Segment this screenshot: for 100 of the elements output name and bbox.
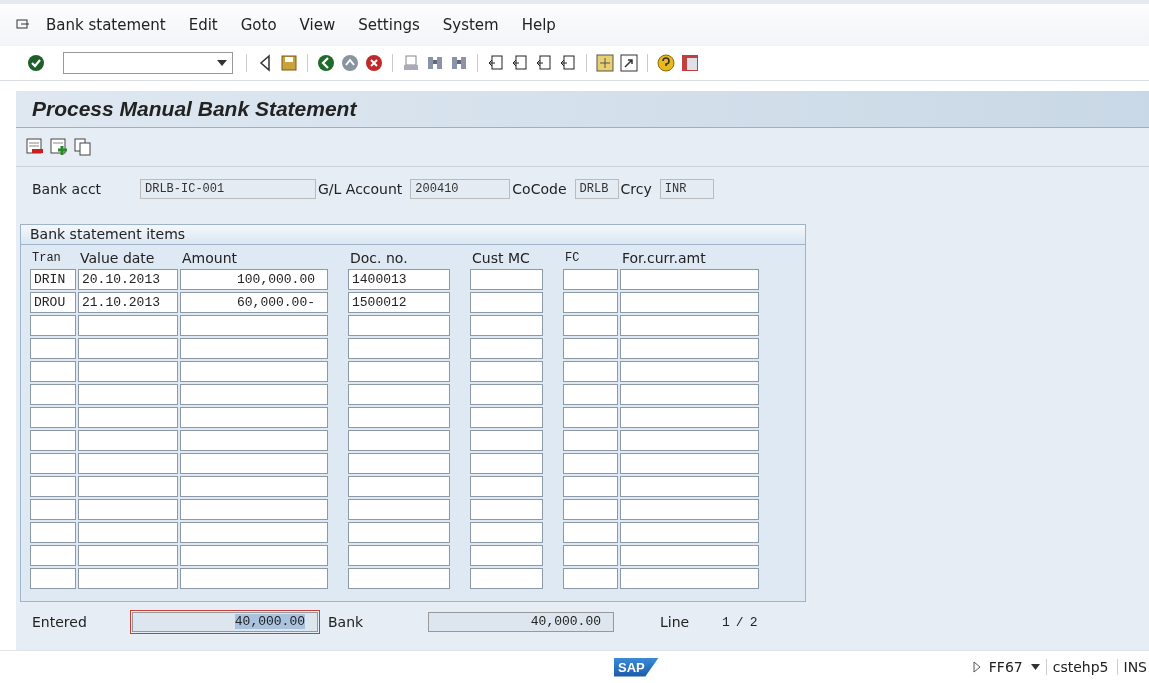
table-cell[interactable] — [470, 407, 543, 428]
table-cell[interactable] — [620, 476, 759, 497]
menu-item[interactable]: View — [299, 16, 336, 34]
back-icon[interactable] — [317, 54, 335, 72]
menu-item[interactable]: Help — [521, 16, 556, 34]
table-cell[interactable] — [620, 568, 759, 589]
table-cell[interactable] — [180, 545, 328, 566]
table-cell[interactable] — [470, 453, 543, 474]
table-cell[interactable] — [563, 499, 618, 520]
table-cell[interactable] — [180, 568, 328, 589]
table-cell[interactable] — [180, 499, 328, 520]
table-cell[interactable]: 1400013 — [348, 269, 450, 290]
table-cell[interactable] — [348, 499, 450, 520]
table-cell[interactable] — [30, 315, 76, 336]
table-cell[interactable] — [30, 522, 76, 543]
table-cell[interactable] — [30, 338, 76, 359]
table-cell[interactable] — [563, 338, 618, 359]
table-cell[interactable] — [78, 476, 178, 497]
table-cell[interactable]: 1500012 — [348, 292, 450, 313]
table-cell[interactable] — [563, 430, 618, 451]
table-cell[interactable] — [563, 315, 618, 336]
transaction-code[interactable]: FF67 — [986, 659, 1025, 675]
table-cell[interactable] — [78, 407, 178, 428]
table-cell[interactable] — [348, 361, 450, 382]
table-cell[interactable] — [470, 338, 543, 359]
table-cell[interactable] — [620, 338, 759, 359]
table-cell[interactable] — [620, 499, 759, 520]
table-cell[interactable]: 100,000.00 — [180, 269, 328, 290]
table-cell[interactable] — [563, 361, 618, 382]
table-cell[interactable] — [348, 407, 450, 428]
menu-item[interactable]: System — [442, 16, 499, 34]
window-icon[interactable] — [596, 54, 614, 72]
table-cell[interactable]: 21.10.2013 — [78, 292, 178, 313]
table-cell[interactable] — [620, 384, 759, 405]
table-cell[interactable] — [30, 499, 76, 520]
table-cell[interactable] — [620, 545, 759, 566]
table-cell[interactable] — [470, 292, 543, 313]
menu-item[interactable]: Settings — [358, 16, 420, 34]
table-cell[interactable] — [30, 453, 76, 474]
table-cell[interactable] — [620, 430, 759, 451]
insert-row-icon[interactable] — [50, 138, 68, 156]
table-cell[interactable] — [620, 292, 759, 313]
dropdown-icon[interactable] — [1030, 664, 1040, 670]
table-cell[interactable] — [180, 384, 328, 405]
table-cell[interactable] — [78, 361, 178, 382]
table-cell[interactable] — [470, 269, 543, 290]
table-cell[interactable] — [470, 476, 543, 497]
table-cell[interactable] — [563, 476, 618, 497]
input-field[interactable]: DRLB-IC-001 — [140, 179, 316, 199]
table-cell[interactable] — [180, 430, 328, 451]
triangle-icon[interactable] — [972, 661, 981, 673]
help-icon[interactable] — [657, 54, 675, 72]
cancel-icon[interactable] — [365, 54, 383, 72]
table-cell[interactable] — [563, 522, 618, 543]
table-cell[interactable] — [78, 338, 178, 359]
table-cell[interactable] — [180, 522, 328, 543]
print-icon[interactable] — [402, 54, 420, 72]
table-cell[interactable] — [30, 568, 76, 589]
menu-item[interactable]: Goto — [240, 16, 277, 34]
table-cell[interactable] — [620, 269, 759, 290]
table-cell[interactable] — [180, 338, 328, 359]
table-cell[interactable] — [470, 522, 543, 543]
table-cell[interactable] — [78, 384, 178, 405]
table-cell[interactable] — [470, 361, 543, 382]
table-cell[interactable] — [78, 453, 178, 474]
table-cell[interactable] — [180, 453, 328, 474]
table-cell[interactable] — [348, 453, 450, 474]
table-cell[interactable] — [180, 361, 328, 382]
table-cell[interactable] — [30, 545, 76, 566]
input-field[interactable]: 200410 — [410, 179, 511, 199]
table-cell[interactable] — [78, 568, 178, 589]
table-cell[interactable] — [563, 453, 618, 474]
table-cell[interactable] — [563, 407, 618, 428]
binoculars-icon[interactable] — [450, 54, 468, 72]
table-cell[interactable] — [78, 499, 178, 520]
table-cell[interactable] — [78, 545, 178, 566]
table-cell[interactable] — [470, 430, 543, 451]
delete-row-icon[interactable] — [26, 138, 44, 156]
table-cell[interactable] — [348, 430, 450, 451]
table-cell[interactable] — [30, 361, 76, 382]
shortcut-icon[interactable] — [620, 54, 638, 72]
table-cell[interactable] — [563, 384, 618, 405]
table-cell[interactable] — [563, 269, 618, 290]
table-cell[interactable]: 60,000.00- — [180, 292, 328, 313]
table-cell[interactable] — [620, 407, 759, 428]
command-field[interactable] — [63, 52, 233, 74]
table-cell[interactable] — [180, 476, 328, 497]
check-icon[interactable] — [27, 54, 45, 72]
table-cell[interactable] — [470, 568, 543, 589]
table-cell[interactable]: DRIN — [30, 269, 76, 290]
table-cell[interactable] — [563, 545, 618, 566]
table-cell[interactable] — [30, 407, 76, 428]
page-icon[interactable] — [511, 54, 529, 72]
table-cell[interactable] — [180, 315, 328, 336]
page-icon[interactable] — [559, 54, 577, 72]
table-cell[interactable] — [78, 315, 178, 336]
table-cell[interactable] — [348, 568, 450, 589]
exit-icon[interactable] — [341, 54, 359, 72]
table-cell[interactable] — [30, 476, 76, 497]
page-icon[interactable] — [535, 54, 553, 72]
